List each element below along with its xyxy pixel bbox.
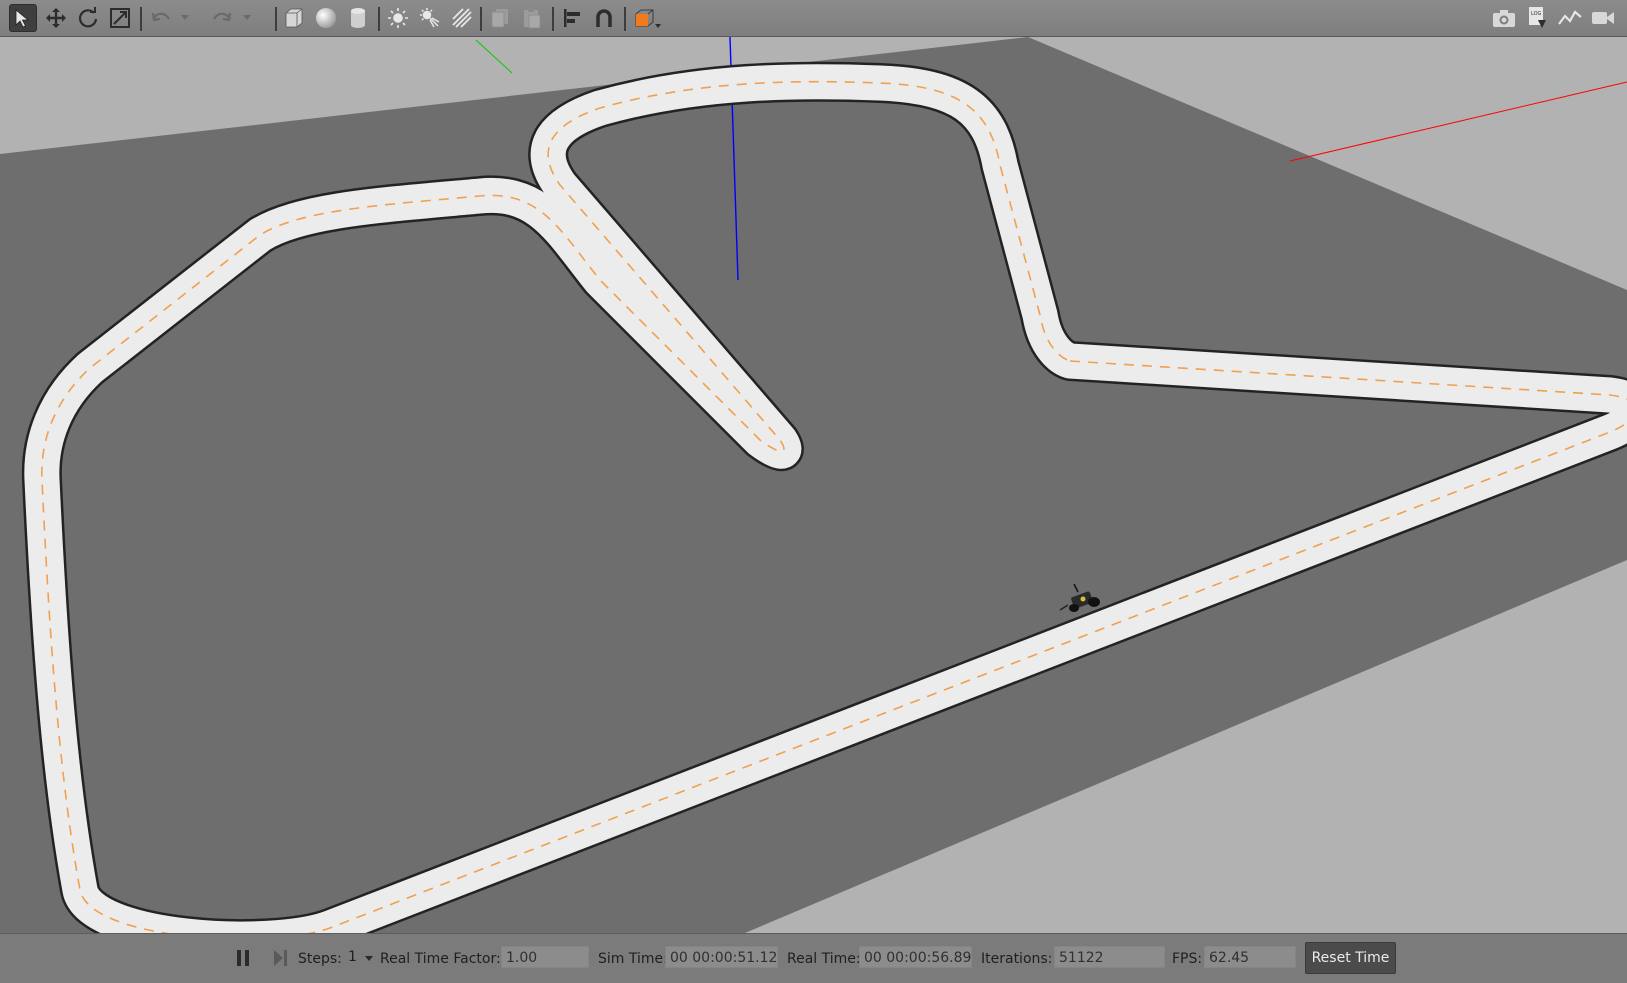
toolbar-separator	[624, 7, 626, 31]
rtf-label: Real Time Factor:	[380, 951, 501, 967]
scale-icon[interactable]	[106, 4, 134, 32]
align-icon[interactable]	[558, 4, 586, 32]
undo-dropdown-icon[interactable]	[178, 4, 192, 32]
toolbar: LOG	[0, 0, 1627, 37]
pause-button[interactable]	[236, 948, 252, 968]
spot-light-icon[interactable]	[416, 4, 444, 32]
paste-icon[interactable]	[518, 4, 546, 32]
redo-dropdown-icon[interactable]	[240, 4, 254, 32]
snap-icon[interactable]	[590, 4, 618, 32]
iterations-label: Iterations:	[981, 951, 1053, 967]
cylinder-icon[interactable]	[344, 4, 372, 32]
step-button[interactable]	[273, 948, 289, 968]
sphere-icon[interactable]	[312, 4, 340, 32]
scene-viewport[interactable]	[0, 36, 1627, 960]
svg-text:LOG: LOG	[1531, 11, 1542, 17]
toolbar-separator	[275, 7, 277, 31]
fps-label: FPS:	[1172, 951, 1203, 967]
view-angle-icon[interactable]	[630, 4, 664, 32]
toolbar-separator	[378, 7, 380, 31]
log-icon[interactable]: LOG	[1523, 4, 1551, 32]
toolbar-separator	[480, 7, 482, 31]
redo-icon[interactable]	[208, 4, 236, 32]
steps-value: 1	[348, 949, 357, 965]
reset-time-button[interactable]: Reset Time	[1305, 942, 1396, 974]
select-icon[interactable]	[9, 4, 37, 32]
screenshot-icon[interactable]	[1490, 4, 1518, 32]
steps-label: Steps:	[298, 951, 342, 967]
undo-icon[interactable]	[147, 4, 175, 32]
rotate-icon[interactable]	[74, 4, 102, 32]
real-time-label: Real Time:	[787, 951, 861, 967]
toolbar-separator	[552, 7, 554, 31]
translate-icon[interactable]	[42, 4, 70, 32]
iterations-field: 51122	[1054, 946, 1165, 968]
steps-dropdown-icon	[365, 956, 374, 961]
steps-spinbox[interactable]: 1	[348, 946, 374, 968]
box-icon[interactable]	[280, 4, 308, 32]
rtf-field: 1.00	[501, 946, 589, 968]
simulation-status-bar: Steps: 1 Real Time Factor: 1.00 Sim Time…	[0, 933, 1627, 983]
view-angle-orange-face	[636, 14, 648, 26]
fps-field: 62.45	[1204, 946, 1296, 968]
sim-time-label: Sim Time:	[598, 951, 668, 967]
plot-icon[interactable]	[1556, 4, 1584, 32]
real-time-field: 00 00:00:56.894	[859, 946, 972, 968]
directional-light-icon[interactable]	[448, 4, 476, 32]
point-light-icon[interactable]	[384, 4, 412, 32]
toolbar-separator	[140, 7, 142, 31]
copy-icon[interactable]	[486, 4, 514, 32]
sim-time-field: 00 00:00:51.122	[665, 946, 778, 968]
record-video-icon[interactable]	[1589, 4, 1617, 32]
